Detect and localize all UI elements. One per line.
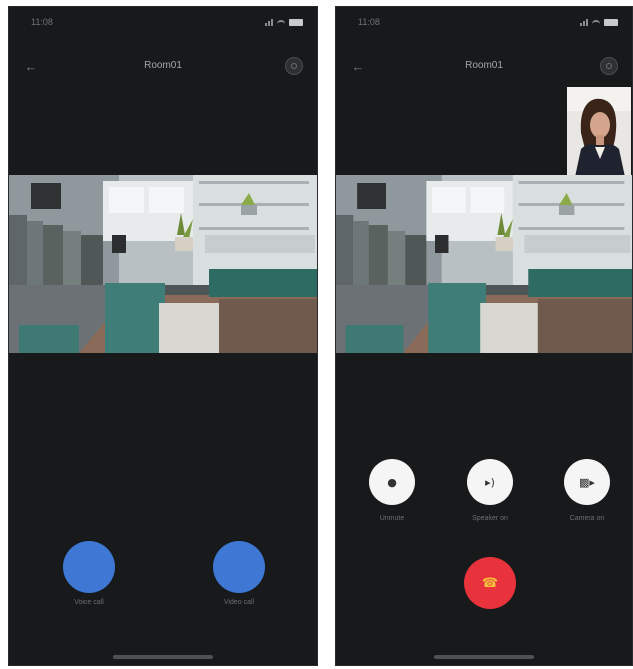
room-title: Room01 [465, 60, 503, 71]
voice-call-button[interactable]: ☎ [63, 541, 115, 593]
speaker-button[interactable]: ▸) [467, 459, 513, 505]
camera-label: Camera on [569, 515, 605, 522]
signal-icon [265, 19, 273, 26]
microphone-icon: ● [387, 475, 397, 489]
self-view-video[interactable] [567, 87, 631, 177]
wifi-icon [592, 20, 600, 26]
status-time: 11:08 [358, 17, 380, 27]
office-scene-image [336, 175, 632, 353]
status-icons [580, 19, 618, 26]
status-time: 11:08 [31, 17, 53, 27]
camera-toggle-button[interactable]: ▩▸ [564, 459, 610, 505]
video-call-button[interactable]: ▩▸ [213, 541, 265, 593]
settings-icon[interactable] [600, 57, 618, 75]
nav-bar: ← Room01 [9, 57, 317, 81]
nav-bar: ← Room01 [336, 57, 632, 81]
video-call-label: Video call [223, 599, 255, 606]
mute-button[interactable]: ● [369, 459, 415, 505]
speaker-label: Speaker on [472, 515, 508, 522]
room-title: Room01 [144, 60, 182, 71]
camera-video-feed [9, 175, 317, 353]
video-camera-icon: ▩▸ [231, 560, 247, 574]
camera-video-feed [336, 175, 632, 353]
incoming-call-screen: 11:08 ← Room01 ☎ Voice call ▩▸ Video cal… [8, 6, 318, 666]
wifi-icon [277, 20, 285, 26]
hang-up-icon: ☎ [481, 575, 499, 591]
phone-icon: ☎ [82, 560, 96, 574]
office-scene-image [9, 175, 317, 353]
home-indicator [434, 655, 534, 659]
mute-label: Unmute [379, 515, 405, 522]
active-call-screen: 11:08 ← Room01 ● Unmute ▸) Speaker on ▩▸… [335, 6, 633, 666]
status-bar: 11:08 [336, 17, 632, 31]
status-icons [265, 19, 303, 26]
camera-icon: ▩▸ [579, 475, 595, 489]
status-bar: 11:08 [9, 17, 317, 31]
voice-call-label: Voice call [74, 599, 104, 606]
battery-icon [289, 19, 303, 26]
home-indicator [113, 655, 213, 659]
hang-up-button[interactable]: ☎ [464, 557, 516, 609]
battery-icon [604, 19, 618, 26]
signal-icon [580, 19, 588, 26]
settings-icon[interactable] [285, 57, 303, 75]
speaker-icon: ▸) [485, 475, 495, 489]
self-view-person-image [567, 87, 631, 177]
